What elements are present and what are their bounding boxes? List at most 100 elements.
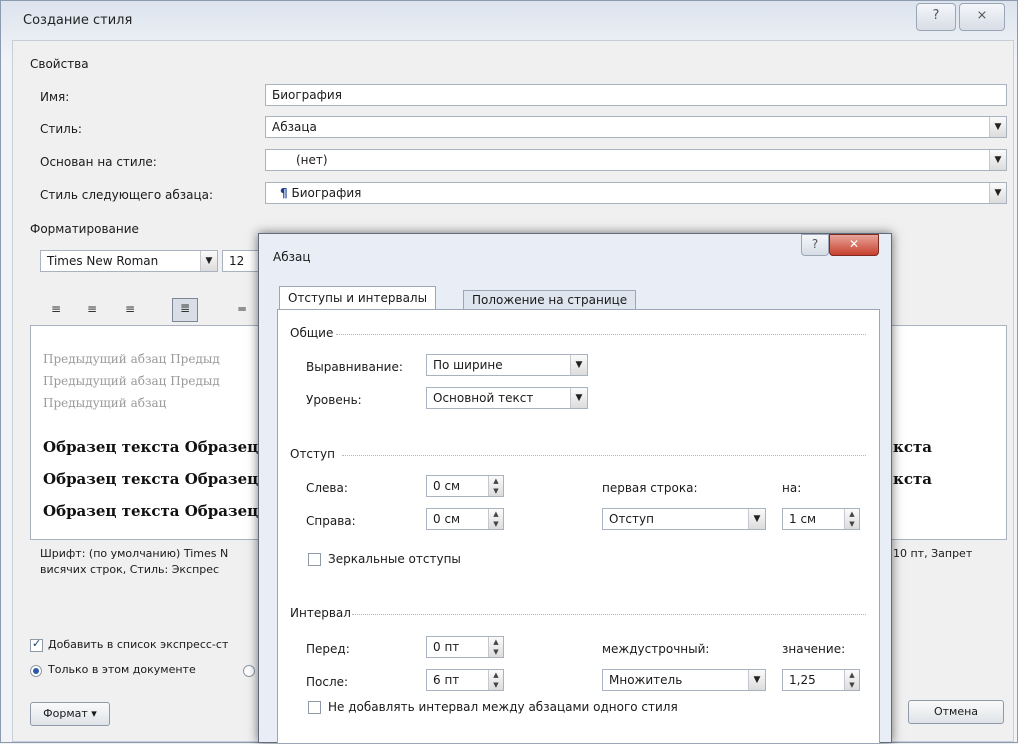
after-spinner[interactable]: 6 пт ▲ ▼	[426, 669, 504, 691]
dont-add-space-checkbox[interactable]	[308, 701, 321, 714]
spinner-arrows-icon[interactable]: ▲ ▼	[844, 670, 859, 690]
based-on-value: (нет)	[296, 153, 328, 167]
first-line-label: первая строка:	[602, 481, 698, 495]
font-dropdown[interactable]: Times New Roman ▼	[40, 250, 218, 272]
preview-sample-text-right: кста	[893, 470, 932, 488]
alignment-label: Выравнивание:	[306, 360, 403, 374]
line-spacing-icon[interactable]: ═	[232, 300, 252, 318]
general-section-label: Общие	[290, 326, 334, 340]
mirror-indents-checkbox[interactable]	[308, 553, 321, 566]
title-bar: Создание стиля ? ⨯	[1, 1, 1017, 39]
left-indent-spinner[interactable]: 0 см ▲ ▼	[426, 475, 504, 497]
tab-indents-spacing[interactable]: Отступы и интервалы	[279, 286, 437, 310]
add-to-gallery-checkbox[interactable]: ✓	[30, 637, 43, 652]
next-style-dropdown[interactable]: ¶ Биография ▼	[265, 182, 1007, 204]
preview-previous-paragraph: Предыдущий абзац Предыд	[43, 374, 220, 388]
mirror-indents-label: Зеркальные отступы	[328, 552, 461, 566]
format-button[interactable]: Формат ▾	[30, 702, 110, 726]
chevron-down-icon[interactable]: ▼	[200, 251, 217, 271]
at-value: 1,25	[789, 673, 816, 687]
font-size-dropdown[interactable]: 12	[222, 250, 262, 272]
spinner-arrows-icon[interactable]: ▲ ▼	[488, 476, 503, 496]
cancel-button[interactable]: Отмена	[908, 700, 1004, 724]
left-indent-label: Слева:	[306, 481, 348, 495]
alignment-dropdown[interactable]: По ширине ▼	[426, 354, 588, 376]
next-style-value: Биография	[291, 186, 362, 200]
add-to-gallery-label: Добавить в список экспресс-ст	[48, 638, 229, 651]
properties-group-label: Свойства	[30, 57, 89, 71]
formatting-group-label: Форматирование	[30, 222, 139, 236]
chevron-down-icon[interactable]: ▼	[989, 183, 1006, 203]
based-on-dropdown[interactable]: (нет) ▼	[265, 149, 1007, 171]
close-button[interactable]: ⨯	[959, 3, 1005, 31]
before-label: Перед:	[306, 642, 350, 656]
after-label: После:	[306, 675, 349, 689]
indents-spacing-panel: Общие Выравнивание: По ширине ▼ Уровень:…	[277, 309, 880, 744]
preview-sample-text: Образец текста Образец	[43, 438, 259, 456]
align-left-icon[interactable]: ≡	[46, 300, 66, 318]
align-justify-icon[interactable]: ≣	[172, 298, 198, 322]
spinner-arrows-icon[interactable]: ▲ ▼	[488, 637, 503, 657]
paragraph-mark-icon: ¶	[280, 186, 288, 200]
checkmark-icon: ✓	[32, 637, 42, 650]
outline-level-dropdown[interactable]: Основной текст ▼	[426, 387, 588, 409]
align-right-icon[interactable]: ≡	[120, 300, 140, 318]
preview-sample-text: Образец текста Образец	[43, 502, 259, 520]
preview-sample-text-right: кста	[893, 438, 932, 456]
left-indent-value: 0 см	[433, 479, 461, 493]
align-center-icon[interactable]: ≡	[82, 300, 102, 318]
spacing-section-label: Интервал	[290, 606, 351, 620]
alignment-value: По ширине	[433, 358, 503, 372]
spinner-arrows-icon[interactable]: ▲ ▼	[488, 670, 503, 690]
style-description-line2: висячих строк, Стиль: Экспрес	[40, 563, 220, 576]
style-description: Шрифт: (по умолчанию) Times N	[40, 547, 229, 560]
style-type-label: Стиль:	[40, 122, 82, 136]
right-indent-value: 0 см	[433, 512, 461, 526]
paragraph-dialog-title: Абзац	[273, 250, 311, 264]
font-size-value: 12	[229, 254, 245, 268]
close-icon[interactable]: ✕	[829, 234, 879, 256]
after-value: 6 пт	[433, 673, 460, 687]
chevron-down-icon[interactable]: ▼	[748, 670, 765, 690]
first-line-value: Отступ	[609, 512, 654, 526]
only-this-document-radio[interactable]	[30, 665, 42, 677]
style-type-dropdown[interactable]: Абзаца ▼	[265, 116, 1007, 138]
chevron-down-icon[interactable]: ▼	[989, 117, 1006, 137]
right-indent-spinner[interactable]: 0 см ▲ ▼	[426, 508, 504, 530]
chevron-down-icon[interactable]: ▼	[748, 509, 765, 529]
by-spinner[interactable]: 1 см ▲ ▼	[782, 508, 860, 530]
indent-section-label: Отступ	[290, 447, 335, 461]
before-spinner[interactable]: 0 пт ▲ ▼	[426, 636, 504, 658]
first-line-dropdown[interactable]: Отступ ▼	[602, 508, 766, 530]
paragraph-dialog: Абзац ? ✕ Отступы и интервалы Положение …	[258, 233, 892, 744]
chevron-down-icon[interactable]: ▼	[570, 355, 587, 375]
preview-previous-paragraph: Предыдущий абзац	[43, 396, 167, 410]
section-divider	[352, 614, 866, 615]
line-spacing-value: Множитель	[609, 673, 683, 687]
spinner-arrows-icon[interactable]: ▲ ▼	[844, 509, 859, 529]
next-style-label: Стиль следующего абзаца:	[40, 188, 214, 202]
style-type-value: Абзаца	[272, 120, 317, 134]
chevron-down-icon[interactable]: ▼	[570, 388, 587, 408]
line-spacing-dropdown[interactable]: Множитель ▼	[602, 669, 766, 691]
name-label: Имя:	[40, 90, 70, 104]
by-label: на:	[782, 481, 802, 495]
dialog-title: Создание стиля	[23, 13, 133, 28]
section-divider	[336, 334, 866, 335]
spinner-arrows-icon[interactable]: ▲ ▼	[488, 509, 503, 529]
dont-add-space-label: Не добавлять интервал между абзацами одн…	[328, 700, 678, 714]
only-this-document-label: Только в этом документе	[48, 663, 196, 676]
chevron-down-icon[interactable]: ▼	[989, 150, 1006, 170]
based-on-label: Основан на стиле:	[40, 155, 157, 169]
font-value: Times New Roman	[47, 254, 159, 268]
new-documents-radio[interactable]	[243, 665, 255, 677]
by-value: 1 см	[789, 512, 817, 526]
help-icon[interactable]: ?	[801, 234, 829, 256]
at-spinner[interactable]: 1,25 ▲ ▼	[782, 669, 860, 691]
help-button[interactable]: ?	[916, 3, 956, 31]
line-spacing-label: междустрочный:	[602, 642, 710, 656]
tab-line-page-breaks[interactable]: Положение на странице	[463, 290, 637, 310]
before-value: 0 пт	[433, 640, 460, 654]
name-input[interactable]: Биография	[265, 84, 1007, 106]
section-divider	[342, 455, 866, 456]
